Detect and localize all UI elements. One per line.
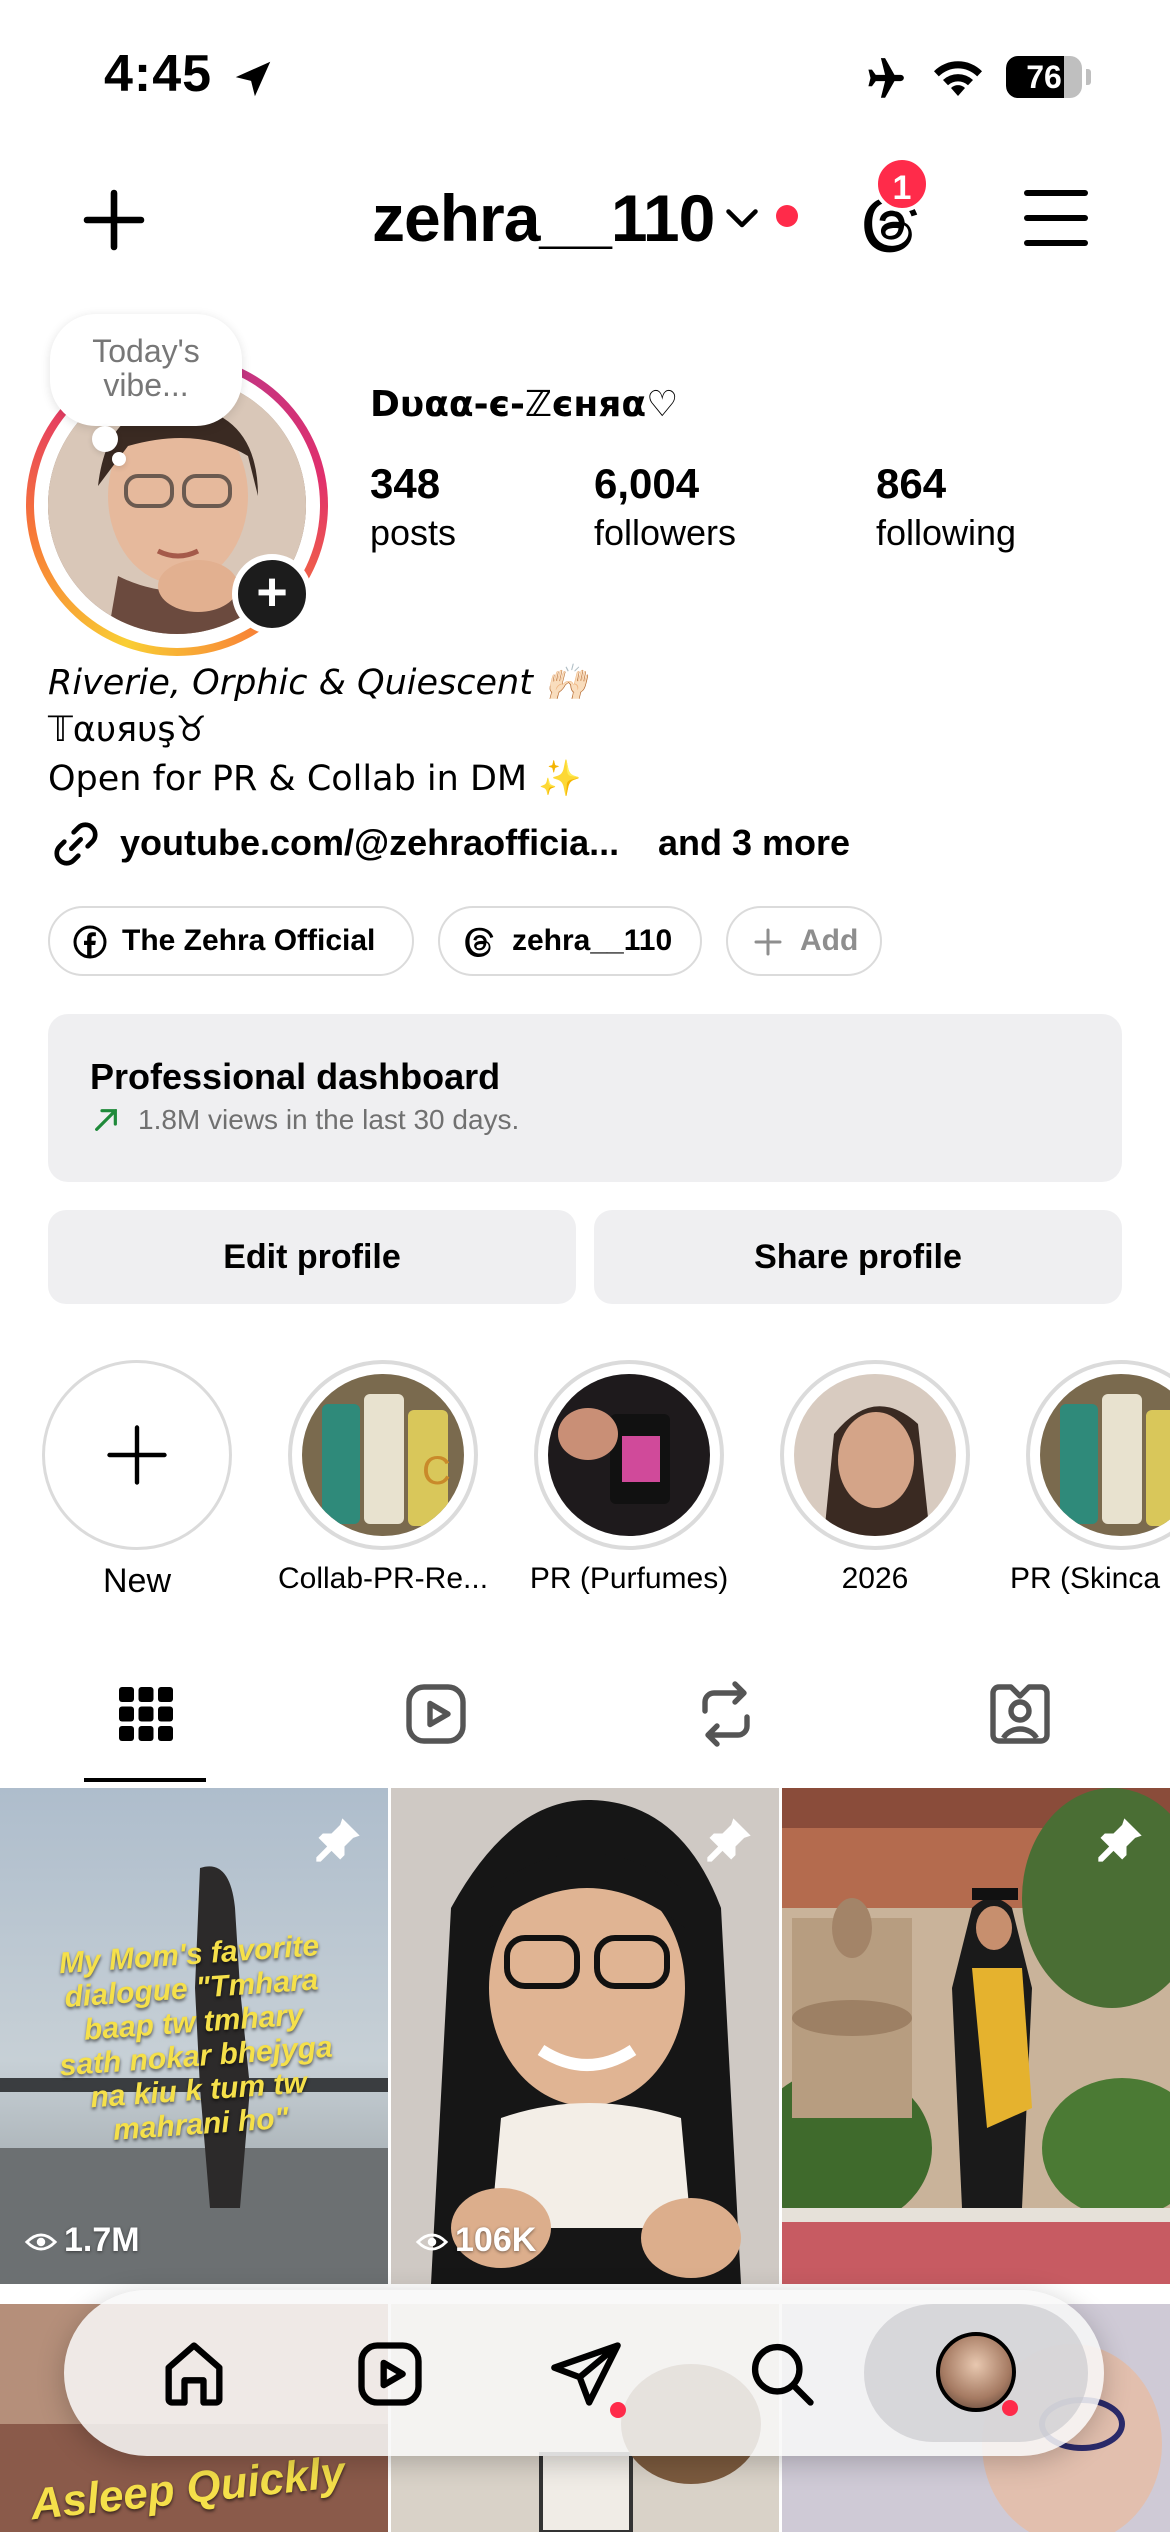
- reposts-icon[interactable]: [690, 1678, 762, 1750]
- bio-link-url[interactable]: youtube.com/@zehraofficia...: [120, 822, 619, 864]
- home-icon[interactable]: [156, 2336, 232, 2412]
- chevron-down-icon[interactable]: [724, 204, 760, 234]
- status-bar: 4:45 76: [0, 0, 1170, 150]
- search-icon[interactable]: [744, 2336, 820, 2412]
- profile-tab-avatar[interactable]: [936, 2332, 1016, 2412]
- username-switcher[interactable]: zehra__110: [372, 180, 715, 256]
- post-tile[interactable]: 106K: [391, 1788, 779, 2284]
- views-eye-icon: [415, 2233, 449, 2251]
- following-count[interactable]: 864 following: [876, 460, 1016, 554]
- story-note-bubble[interactable]: Today's vibe...: [50, 314, 242, 426]
- plus-icon: [754, 928, 782, 956]
- create-plus-icon[interactable]: [78, 184, 150, 256]
- battery-level: 76: [1026, 59, 1062, 95]
- plus-icon: [107, 1425, 167, 1485]
- facebook-chip[interactable]: The Zehra Official: [48, 906, 414, 976]
- pin-icon: [1098, 1818, 1142, 1862]
- trend-up-icon: [95, 1109, 117, 1131]
- location-arrow-icon: [235, 61, 271, 97]
- threads-chip[interactable]: zehra__110: [438, 906, 702, 976]
- highlight-cover: [548, 1374, 710, 1536]
- reels-icon[interactable]: [400, 1678, 472, 1750]
- followers-count[interactable]: 6,004 followers: [594, 460, 736, 554]
- svg-text:C: C: [422, 1449, 451, 1493]
- note-bubble-tail-small: [112, 452, 126, 466]
- battery-indicator: 76: [1006, 56, 1091, 98]
- pin-icon: [707, 1818, 751, 1862]
- dashboard-title: Professional dashboard: [90, 1056, 501, 1097]
- active-tab-indicator: [84, 1778, 206, 1782]
- share-profile-button[interactable]: Share profile: [594, 1210, 1122, 1304]
- airplane-mode-icon: [868, 58, 904, 98]
- bio-line: 𝕋αυяυş♉: [48, 710, 208, 750]
- add-chip[interactable]: Add: [726, 906, 882, 976]
- profile-header: zehra__110 1: [0, 150, 1170, 280]
- professional-dashboard[interactable]: Professional dashboard 1.8M views in the…: [48, 1014, 1122, 1182]
- status-time: 4:45: [104, 45, 213, 103]
- dashboard-subtitle: 1.8M views in the last 30 days.: [138, 1104, 520, 1135]
- tagged-icon[interactable]: [984, 1678, 1056, 1750]
- bottom-tab-bar: [64, 2290, 1104, 2456]
- profile-notification-dot: [1002, 2400, 1018, 2416]
- threads-icon: [465, 927, 494, 957]
- add-story-button[interactable]: +: [232, 554, 312, 634]
- post-views: 106K: [415, 2221, 536, 2260]
- edit-profile-button[interactable]: Edit profile: [48, 1210, 576, 1304]
- post-tile[interactable]: My Mom's favorite dialogue "Tmhara baap …: [0, 1788, 388, 2284]
- post-overlay-text: My Mom's favorite dialogue "Tmhara baap …: [57, 1929, 334, 2147]
- hamburger-menu-icon[interactable]: [1024, 190, 1088, 246]
- bio-link-more[interactable]: and 3 more: [658, 822, 850, 864]
- notification-badge: 1: [874, 156, 930, 212]
- link-icon: [54, 822, 98, 866]
- reels-icon[interactable]: [352, 2336, 428, 2412]
- display-name: Dυαα-є-ℤєняα♡: [370, 384, 679, 425]
- views-eye-icon: [24, 2233, 58, 2251]
- account-notification-dot: [776, 205, 798, 227]
- note-bubble-tail: [92, 426, 118, 452]
- post-tile[interactable]: [782, 1788, 1170, 2284]
- grid-icon[interactable]: [110, 1678, 182, 1750]
- messages-send-icon[interactable]: [548, 2336, 624, 2412]
- highlight-cover: [794, 1374, 956, 1536]
- messages-unread-dot: [610, 2402, 626, 2418]
- wifi-icon: [934, 61, 982, 96]
- bio-line: Riverie, Orphic & Quiescent 🙌🏻: [48, 663, 588, 703]
- highlight-cover: C: [302, 1374, 464, 1536]
- pin-icon: [316, 1818, 360, 1862]
- post-views: 1.7M: [24, 2221, 140, 2260]
- posts-count[interactable]: 348 posts: [370, 460, 456, 554]
- facebook-icon: [73, 925, 107, 959]
- bio-line: Open for PR & Collab in DM ✨: [48, 759, 582, 799]
